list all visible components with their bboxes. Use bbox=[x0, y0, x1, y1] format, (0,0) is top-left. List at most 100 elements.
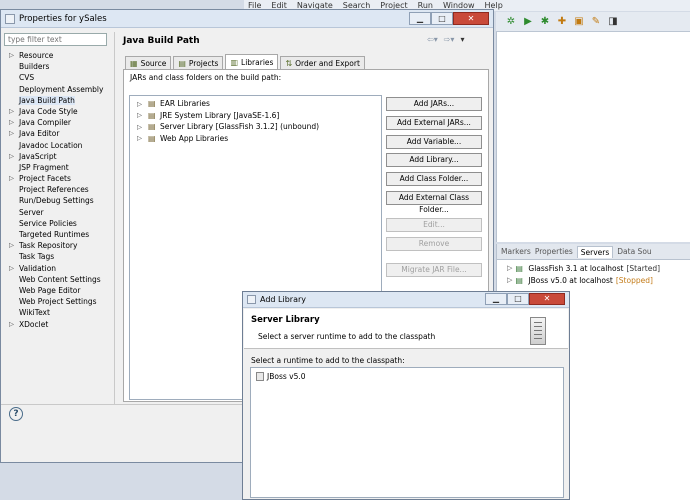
expand-arrow-icon[interactable]: ▷ bbox=[9, 128, 14, 139]
tab-label: Order and Export bbox=[295, 58, 360, 68]
expand-arrow-icon[interactable]: ▷ bbox=[507, 276, 512, 284]
nav-item-java-editor[interactable]: ▷ Java Editor bbox=[4, 128, 112, 139]
tab-libraries[interactable]: ▥ Libraries bbox=[225, 54, 279, 69]
run-icon[interactable]: ▶ bbox=[521, 15, 535, 29]
library-row[interactable]: ▷ ▤ Web App Libraries bbox=[130, 133, 381, 145]
edit-button: Edit... bbox=[386, 217, 482, 232]
nav-item-label: Java Editor bbox=[19, 129, 60, 139]
library-row[interactable]: ▷ ▤ Server Library [GlassFish 3.1.2] (unbo… bbox=[130, 121, 381, 133]
minimize-button[interactable]: ▁ bbox=[485, 293, 507, 305]
maximize-button[interactable]: □ bbox=[431, 12, 453, 25]
remove-button: Remove bbox=[386, 236, 482, 251]
add-variable-button[interactable]: Add Variable... bbox=[386, 134, 482, 149]
expand-arrow-icon[interactable]: ▷ bbox=[507, 264, 512, 272]
library-row[interactable]: ▷ ▤ JRE System Library [JavaSE-1.6] bbox=[130, 110, 381, 122]
forward-arrow-icon[interactable]: ⇨▾ bbox=[444, 35, 455, 44]
nav-item-label: Javadoc Location bbox=[19, 140, 83, 150]
settings-gear-icon[interactable]: ✲ bbox=[504, 15, 518, 29]
nav-item-targeted-runtimes[interactable]: Targeted Runtimes bbox=[4, 229, 112, 240]
task-icon[interactable]: ◨ bbox=[606, 15, 620, 29]
nav-item-javadoc-location[interactable]: Javadoc Location bbox=[4, 140, 112, 151]
nav-item-resource[interactable]: ▷ Resource bbox=[4, 50, 112, 61]
expand-arrow-icon[interactable]: ▷ bbox=[137, 134, 145, 142]
nav-item-xdoclet[interactable]: ▷ XDoclet bbox=[4, 319, 112, 330]
nav-item-web-content-settings[interactable]: Web Content Settings bbox=[4, 274, 112, 285]
nav-item-web-page-editor[interactable]: Web Page Editor bbox=[4, 285, 112, 296]
minimize-button[interactable]: ▁ bbox=[409, 12, 431, 25]
add-library-dialog: Add Library ▁ □ ✕ Server Library Select … bbox=[242, 291, 570, 500]
nav-item-cvs[interactable]: CVS bbox=[4, 72, 112, 83]
library-row[interactable]: ▷ ▤ EAR Libraries bbox=[130, 98, 381, 110]
nav-item-server[interactable]: Server bbox=[4, 207, 112, 218]
open-type-icon[interactable]: ▣ bbox=[572, 15, 586, 29]
nav-item-java-build-path[interactable]: Java Build Path bbox=[4, 95, 112, 106]
expand-arrow-icon[interactable]: ▷ bbox=[9, 173, 14, 184]
tab-source[interactable]: ▦ Source bbox=[125, 56, 172, 69]
expand-arrow-icon[interactable]: ▷ bbox=[9, 151, 14, 162]
view-menu-icon[interactable]: ▾ bbox=[460, 35, 464, 44]
nav-item-project-references[interactable]: Project References bbox=[4, 184, 112, 195]
nav-item-validation[interactable]: ▷ Validation bbox=[4, 263, 112, 274]
expand-arrow-icon[interactable]: ▷ bbox=[9, 263, 14, 274]
view-tab-markers[interactable]: Markers bbox=[501, 247, 531, 256]
wizard-description: Select a server runtime to add to the cl… bbox=[258, 332, 436, 341]
runtime-list-caption: Select a runtime to add to the classpath… bbox=[251, 356, 405, 365]
server-row[interactable]: ▷ ▤ GlassFish 3.1 at localhost [Started] bbox=[497, 262, 690, 274]
nav-item-wikitext[interactable]: WikiText bbox=[4, 307, 112, 318]
add-external-class-folder-button[interactable]: Add External Class Folder... bbox=[386, 190, 482, 214]
expand-arrow-icon[interactable]: ▷ bbox=[9, 319, 14, 330]
view-tab-properties[interactable]: Properties bbox=[535, 247, 573, 256]
expand-arrow-icon[interactable]: ▷ bbox=[137, 123, 145, 131]
new-folder-icon[interactable]: ✚ bbox=[555, 15, 569, 29]
expand-arrow-icon[interactable]: ▷ bbox=[137, 111, 145, 119]
editor-area bbox=[496, 32, 690, 242]
close-button[interactable]: ✕ bbox=[529, 293, 565, 305]
nav-item-run-debug-settings[interactable]: Run/Debug Settings bbox=[4, 195, 112, 206]
nav-item-task-repository[interactable]: ▷ Task Repository bbox=[4, 240, 112, 251]
nav-item-deployment-assembly[interactable]: Deployment Assembly bbox=[4, 84, 112, 95]
runtime-row[interactable]: JBoss v5.0 bbox=[251, 371, 563, 382]
view-tab-servers[interactable]: Servers bbox=[576, 245, 614, 258]
main-toolbar: ✲ ▶ ✱ ✚ ▣ ✎ ◨ bbox=[496, 12, 690, 32]
nav-item-task-tags[interactable]: Task Tags bbox=[4, 251, 112, 262]
properties-nav-tree: ▷ Resource Builders CVS Deployment Assembly J… bbox=[4, 50, 112, 330]
back-arrow-icon[interactable]: ⇦▾ bbox=[427, 35, 438, 44]
library-icon: ▤ bbox=[148, 99, 156, 109]
nav-item-java-code-style[interactable]: ▷ Java Code Style bbox=[4, 106, 112, 117]
add-jars-button[interactable]: Add JARs... bbox=[386, 97, 482, 111]
servers-view-tabs: Markers Properties Servers Data Sou bbox=[497, 244, 690, 260]
tab-projects[interactable]: ▤ Projects bbox=[173, 56, 224, 69]
tab-label: Source bbox=[140, 58, 167, 68]
server-row[interactable]: ▷ ▤ JBoss v5.0 at localhost [Stopped] bbox=[497, 274, 690, 286]
tab-order-and-export[interactable]: ⇅ Order and Export bbox=[280, 56, 365, 69]
expand-arrow-icon[interactable]: ▷ bbox=[9, 50, 14, 61]
nav-item-label: CVS bbox=[19, 73, 35, 83]
nav-item-jsp-fragment[interactable]: JSP Fragment bbox=[4, 162, 112, 173]
server-icon: ▤ bbox=[515, 275, 523, 285]
add-class-folder-button[interactable]: Add Class Folder... bbox=[386, 172, 482, 187]
expand-arrow-icon[interactable]: ▷ bbox=[9, 106, 14, 117]
nav-item-service-policies[interactable]: Service Policies bbox=[4, 218, 112, 229]
nav-item-javascript[interactable]: ▷ JavaScript bbox=[4, 151, 112, 162]
panel-caption: JARs and class folders on the build path… bbox=[130, 73, 282, 82]
close-button[interactable]: ✕ bbox=[453, 12, 489, 25]
debug-icon[interactable]: ✱ bbox=[538, 15, 552, 29]
edit-icon[interactable]: ✎ bbox=[589, 15, 603, 29]
filter-input[interactable] bbox=[4, 33, 107, 46]
maximize-button[interactable]: □ bbox=[507, 293, 529, 305]
add-external-jars-button[interactable]: Add External JARs... bbox=[386, 115, 482, 130]
runtime-list: JBoss v5.0 bbox=[250, 367, 564, 498]
nav-item-java-compiler[interactable]: ▷ Java Compiler bbox=[4, 117, 112, 128]
nav-item-builders[interactable]: Builders bbox=[4, 61, 112, 72]
add-library-button[interactable]: Add Library... bbox=[386, 153, 482, 168]
nav-item-label: Project References bbox=[19, 185, 89, 195]
nav-item-web-project-settings[interactable]: Web Project Settings bbox=[4, 296, 112, 307]
view-tab-data-sou[interactable]: Data Sou bbox=[617, 247, 651, 256]
migrate-jar-button: Migrate JAR File... bbox=[386, 263, 482, 278]
help-icon[interactable]: ? bbox=[9, 407, 23, 421]
nav-item-project-facets[interactable]: ▷ Project Facets bbox=[4, 173, 112, 184]
server-icon bbox=[530, 317, 546, 345]
expand-arrow-icon[interactable]: ▷ bbox=[9, 117, 14, 128]
expand-arrow-icon[interactable]: ▷ bbox=[137, 100, 145, 108]
expand-arrow-icon[interactable]: ▷ bbox=[9, 240, 14, 251]
